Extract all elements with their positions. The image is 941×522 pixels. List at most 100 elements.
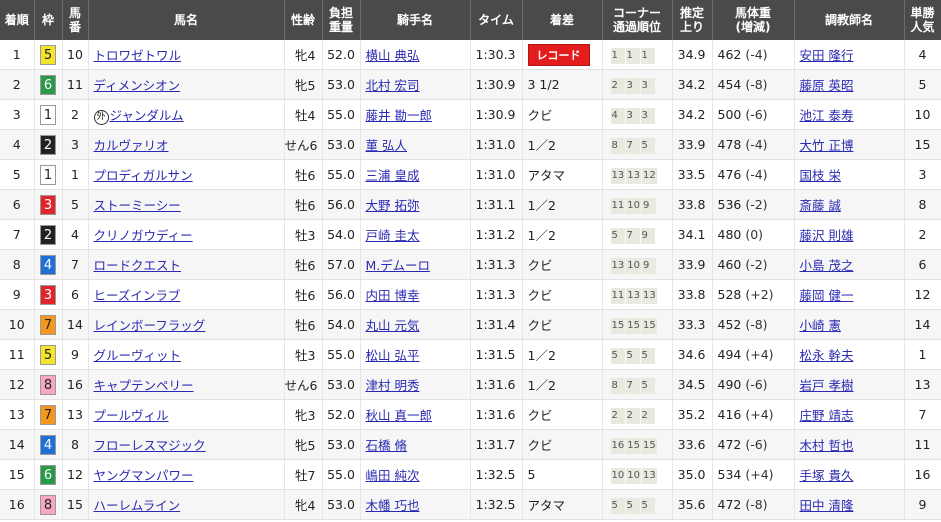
waku-cell: 2 <box>34 219 63 250</box>
corner-2: 10 <box>626 467 641 484</box>
corner-1: 5 <box>610 347 625 364</box>
trainer-link[interactable]: 田中 清隆 <box>800 498 854 513</box>
corner-1: 1 <box>610 47 625 64</box>
jockey-link[interactable]: 内田 博幸 <box>366 288 420 303</box>
trainer-link[interactable]: 藤岡 健一 <box>800 288 854 303</box>
horse-link[interactable]: レインボーフラッグ <box>94 318 206 333</box>
jockey-link[interactable]: 横山 典弘 <box>366 48 420 63</box>
horse-link[interactable]: プールヴィル <box>94 408 169 423</box>
horse-link[interactable]: ヤングマンパワー <box>94 468 194 483</box>
trainer-link[interactable]: 国枝 栄 <box>800 168 841 183</box>
margin-text: アタマ <box>527 498 566 513</box>
race-result-table: 着順 枠 馬番 馬名 性齢 負担重量 騎手名 タイム 着差 コーナー通過順位 推… <box>0 0 941 520</box>
horse-link[interactable]: フローレスマジック <box>94 438 206 453</box>
corner-2: 7 <box>625 377 640 394</box>
trainer-link[interactable]: 藤沢 則雄 <box>800 228 854 243</box>
bodyweight-value: 490 <box>717 377 742 392</box>
jockey-cell: 石橋 脩 <box>360 429 471 460</box>
horse-link[interactable]: トロワゼトワル <box>94 48 182 63</box>
corner-2: 13 <box>626 167 641 184</box>
trainer-link[interactable]: 小島 茂之 <box>800 258 854 273</box>
last3f-cell: 34.6 <box>672 339 713 370</box>
jockey-link[interactable]: 木幡 巧也 <box>366 498 420 513</box>
jockey-link[interactable]: 津村 明秀 <box>366 378 420 393</box>
horse-link[interactable]: ジャンダルム <box>110 108 184 123</box>
sexage-cell: 牡4 <box>284 99 323 130</box>
bodyweight-value: 528 <box>717 287 742 302</box>
trainer-link[interactable]: 安田 隆行 <box>800 48 854 63</box>
jockey-cell: 嶋田 純次 <box>360 459 471 490</box>
horse-link[interactable]: ストーミーシー <box>94 198 181 213</box>
margin-cell: レコード <box>522 40 603 70</box>
waku-badge: 4 <box>40 434 56 455</box>
jockey-link[interactable]: 秋山 真一郎 <box>366 408 432 423</box>
trainer-link[interactable]: 岩戸 孝樹 <box>800 378 854 393</box>
trainer-link[interactable]: 木村 哲也 <box>800 438 854 453</box>
horse-link[interactable]: プロディガルサン <box>94 168 193 183</box>
trainer-link[interactable]: 小崎 憲 <box>800 318 841 333</box>
jockey-link[interactable]: 三浦 皇成 <box>366 168 420 183</box>
bodyweight-cell: 472 (-6) <box>712 429 795 460</box>
horse-link[interactable]: ヒーズインラブ <box>94 288 181 303</box>
jockey-link[interactable]: 大野 拓弥 <box>366 198 420 213</box>
bodyweight-cell: 452 (-8) <box>712 309 795 340</box>
horse-link[interactable]: カルヴァリオ <box>94 138 169 153</box>
jockey-link[interactable]: M.デムーロ <box>366 258 431 273</box>
trainer-link[interactable]: 池江 泰寿 <box>800 108 854 123</box>
bodyweight-value: 472 <box>717 437 742 452</box>
horse-link[interactable]: ロードクエスト <box>94 258 182 273</box>
trainer-link[interactable]: 藤原 英昭 <box>800 78 854 93</box>
rank-cell: 11 <box>0 339 35 370</box>
jockey-link[interactable]: 藤井 勘一郎 <box>366 108 432 123</box>
bodyweight-cell: 462 (-4) <box>712 40 795 70</box>
corner-3: 9 <box>641 257 656 274</box>
table-row: 2 6 11 ディメンシオン 牝5 53.0 北村 宏司 1:30.9 3 1/… <box>0 69 941 100</box>
pop-cell: 5 <box>904 69 941 100</box>
jockey-link[interactable]: 菫 弘人 <box>366 138 407 153</box>
jockey-link[interactable]: 嶋田 純次 <box>366 468 420 483</box>
record-badge: レコード <box>527 43 590 66</box>
trainer-link[interactable]: 松永 幹夫 <box>800 348 854 363</box>
trainer-link[interactable]: 庄野 靖志 <box>800 408 854 423</box>
sexage-cell: 牡6 <box>284 279 323 310</box>
trainer-cell: 小崎 憲 <box>794 309 905 340</box>
waku-cell: 1 <box>34 99 63 130</box>
trainer-link[interactable]: 大竹 正博 <box>800 138 854 153</box>
corner-3: 12 <box>641 167 657 184</box>
bodyweight-value: 472 <box>717 497 742 512</box>
waku-badge: 7 <box>40 404 56 425</box>
weight-cell: 53.0 <box>322 429 361 460</box>
sexage-cell: 牝4 <box>284 40 323 70</box>
trainer-link[interactable]: 斎藤 誠 <box>800 198 841 213</box>
jockey-cell: 松山 弘平 <box>360 339 471 370</box>
time-cell: 1:31.7 <box>470 429 523 460</box>
trainer-cell: 手塚 貴久 <box>794 459 905 490</box>
jockey-cell: 津村 明秀 <box>360 369 471 400</box>
horse-cell: プロディガルサン <box>88 159 285 190</box>
corner-3: 1 <box>640 47 655 64</box>
waku-badge: 5 <box>40 344 56 365</box>
jockey-link[interactable]: 北村 宏司 <box>366 78 420 93</box>
corner-2: 7 <box>625 227 640 244</box>
sexage-cell: 牡3 <box>284 339 323 370</box>
horse-link[interactable]: ハーレムライン <box>94 498 181 513</box>
horse-link[interactable]: ディメンシオン <box>94 78 181 93</box>
bodyweight-value: 452 <box>717 317 742 332</box>
corner-1: 2 <box>610 77 625 94</box>
umaban-cell: 2 <box>62 99 89 130</box>
horse-link[interactable]: キャプテンペリー <box>94 378 194 393</box>
jockey-link[interactable]: 丸山 元気 <box>366 318 420 333</box>
last3f-cell: 35.6 <box>672 489 713 520</box>
trainer-cell: 藤沢 則雄 <box>794 219 905 250</box>
jockey-link[interactable]: 石橋 脩 <box>366 438 407 453</box>
time-cell: 1:31.3 <box>470 279 523 310</box>
margin-text: クビ <box>527 318 553 333</box>
time-cell: 1:31.2 <box>470 219 523 250</box>
jockey-link[interactable]: 松山 弘平 <box>366 348 420 363</box>
horse-link[interactable]: クリノガウディー <box>94 228 193 243</box>
weight-cell: 52.0 <box>322 399 361 430</box>
trainer-link[interactable]: 手塚 貴久 <box>800 468 854 483</box>
table-row: 11 5 9 グルーヴィット 牡3 55.0 松山 弘平 1:31.5 1／2 … <box>0 339 941 370</box>
horse-link[interactable]: グルーヴィット <box>94 348 182 363</box>
jockey-link[interactable]: 戸崎 圭太 <box>366 228 420 243</box>
